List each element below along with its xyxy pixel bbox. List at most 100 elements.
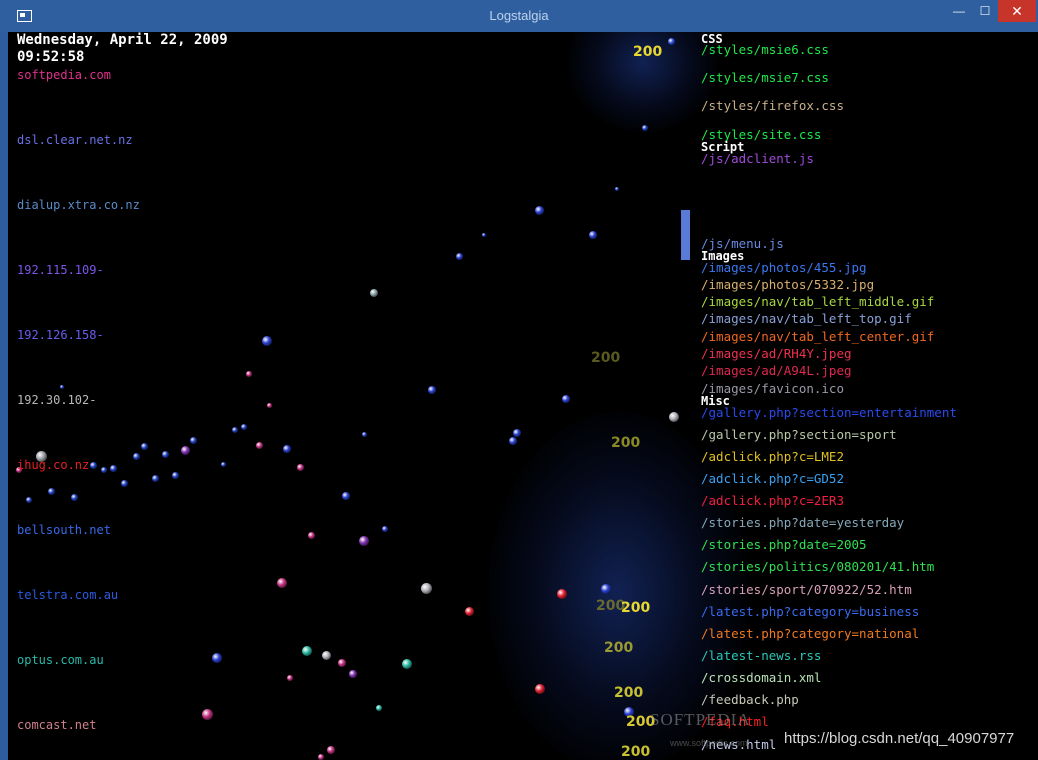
page-label: /styles/msie6.css — [701, 42, 829, 57]
request-ball — [262, 336, 272, 346]
minimize-button[interactable]: — — [945, 0, 973, 22]
page-label: /feedback.php — [701, 692, 799, 707]
page-label: /latest.php?category=national — [701, 626, 920, 641]
page-label: /stories/sport/070922/52.htm — [701, 582, 912, 597]
page-label: /latest.php?category=business — [701, 604, 920, 619]
request-ball — [232, 427, 238, 433]
request-ball — [557, 589, 567, 599]
page-label: /images/ad/A94L.jpeg — [701, 363, 852, 378]
request-ball — [509, 437, 517, 445]
host-label: dialup.xtra.co.nz — [17, 198, 140, 212]
request-ball — [342, 492, 350, 500]
request-ball — [287, 675, 293, 681]
request-ball — [359, 536, 369, 546]
request-ball — [482, 233, 486, 237]
host-label: dsl.clear.net.nz — [17, 133, 133, 147]
request-ball — [402, 659, 412, 669]
response-code: 200 — [614, 685, 644, 701]
request-ball — [267, 403, 272, 408]
request-ball — [256, 442, 263, 449]
request-ball — [513, 429, 521, 437]
request-ball — [338, 659, 346, 667]
page-label: /images/nav/tab_left_top.gif — [701, 311, 912, 326]
request-ball — [26, 497, 32, 503]
request-ball — [465, 607, 474, 616]
response-code: 200 — [604, 640, 634, 656]
request-ball — [562, 395, 570, 403]
request-ball — [60, 385, 64, 389]
request-ball — [318, 754, 324, 760]
request-ball — [615, 187, 619, 191]
host-label: 192.115.109- — [17, 263, 104, 277]
request-ball — [297, 464, 304, 471]
request-ball — [90, 462, 97, 469]
request-ball — [202, 709, 213, 720]
response-code: 200 — [611, 435, 641, 451]
page-label: /latest-news.rss — [701, 648, 822, 663]
request-ball — [322, 651, 331, 660]
request-ball — [283, 445, 291, 453]
visualization-canvas[interactable]: Wednesday, April 22, 2009 09:52:58 softp… — [8, 32, 1038, 760]
page-label: /images/photos/455.jpg — [701, 260, 867, 275]
request-ball — [71, 494, 78, 501]
host-label: ihug.co.nz — [17, 458, 90, 472]
close-button[interactable]: ✕ — [998, 0, 1036, 22]
response-code: 200 — [591, 350, 621, 366]
page-label: /stories.php?date=yesterday — [701, 515, 905, 530]
page-label: /crossdomain.xml — [701, 670, 822, 685]
request-ball — [121, 480, 128, 487]
request-ball — [535, 206, 544, 215]
maximize-button[interactable]: ☐ — [971, 0, 999, 22]
watermark-logo: SOFTPEDIA — [650, 710, 751, 729]
response-code: 200 — [621, 600, 651, 616]
request-ball — [190, 437, 197, 444]
request-ball — [370, 289, 378, 297]
date-display: Wednesday, April 22, 2009 — [17, 32, 228, 48]
page-label: /styles/firefox.css — [701, 98, 844, 113]
page-label: /images/photos/5332.jpg — [701, 277, 875, 292]
page-label: /adclick.php?c=2ER3 — [701, 493, 844, 508]
request-ball — [668, 38, 675, 45]
host-label: optus.com.au — [17, 653, 104, 667]
request-ball — [376, 705, 382, 711]
request-ball — [642, 125, 648, 131]
request-ball — [327, 746, 335, 754]
request-ball — [162, 451, 169, 458]
request-ball — [382, 526, 388, 532]
request-ball — [101, 467, 107, 473]
page-label: /images/ad/RH4Y.jpeg — [701, 346, 852, 361]
page-label: /styles/msie7.css — [701, 70, 829, 85]
request-ball — [172, 472, 179, 479]
response-code: 200 — [621, 744, 651, 760]
overlay-url: https://blog.csdn.net/qq_40907977 — [784, 730, 1015, 747]
host-label: telstra.com.au — [17, 588, 119, 602]
request-ball — [362, 432, 367, 437]
request-ball — [349, 670, 357, 678]
request-ball — [110, 465, 117, 472]
host-label: softpedia.com — [17, 68, 111, 82]
page-label: /adclick.php?c=LME2 — [701, 449, 844, 464]
request-ball — [152, 475, 159, 482]
window-title: Logstalgia — [489, 8, 549, 23]
time-display: 09:52:58 — [17, 49, 85, 65]
host-label: bellsouth.net — [17, 523, 111, 537]
request-ball — [456, 253, 463, 260]
request-ball — [246, 371, 252, 377]
request-ball — [277, 578, 287, 588]
request-ball — [241, 424, 247, 430]
request-ball — [221, 462, 226, 467]
request-ball — [212, 653, 222, 663]
page-label: /stories/politics/080201/41.htm — [701, 559, 935, 574]
page-label: /gallery.php?section=entertainment — [701, 405, 957, 420]
watermark-site: www.softpedia.com — [670, 738, 748, 748]
request-ball — [669, 412, 679, 422]
host-label: 192.30.102- — [17, 393, 97, 407]
request-ball — [421, 583, 432, 594]
host-label: comcast.net — [17, 718, 97, 732]
paddle — [681, 210, 690, 260]
page-label: /adclick.php?c=GD52 — [701, 471, 844, 486]
title-bar[interactable]: Logstalgia — ☐ ✕ — [0, 0, 1038, 32]
request-ball — [308, 532, 315, 539]
request-ball — [589, 231, 597, 239]
request-ball — [535, 684, 545, 694]
